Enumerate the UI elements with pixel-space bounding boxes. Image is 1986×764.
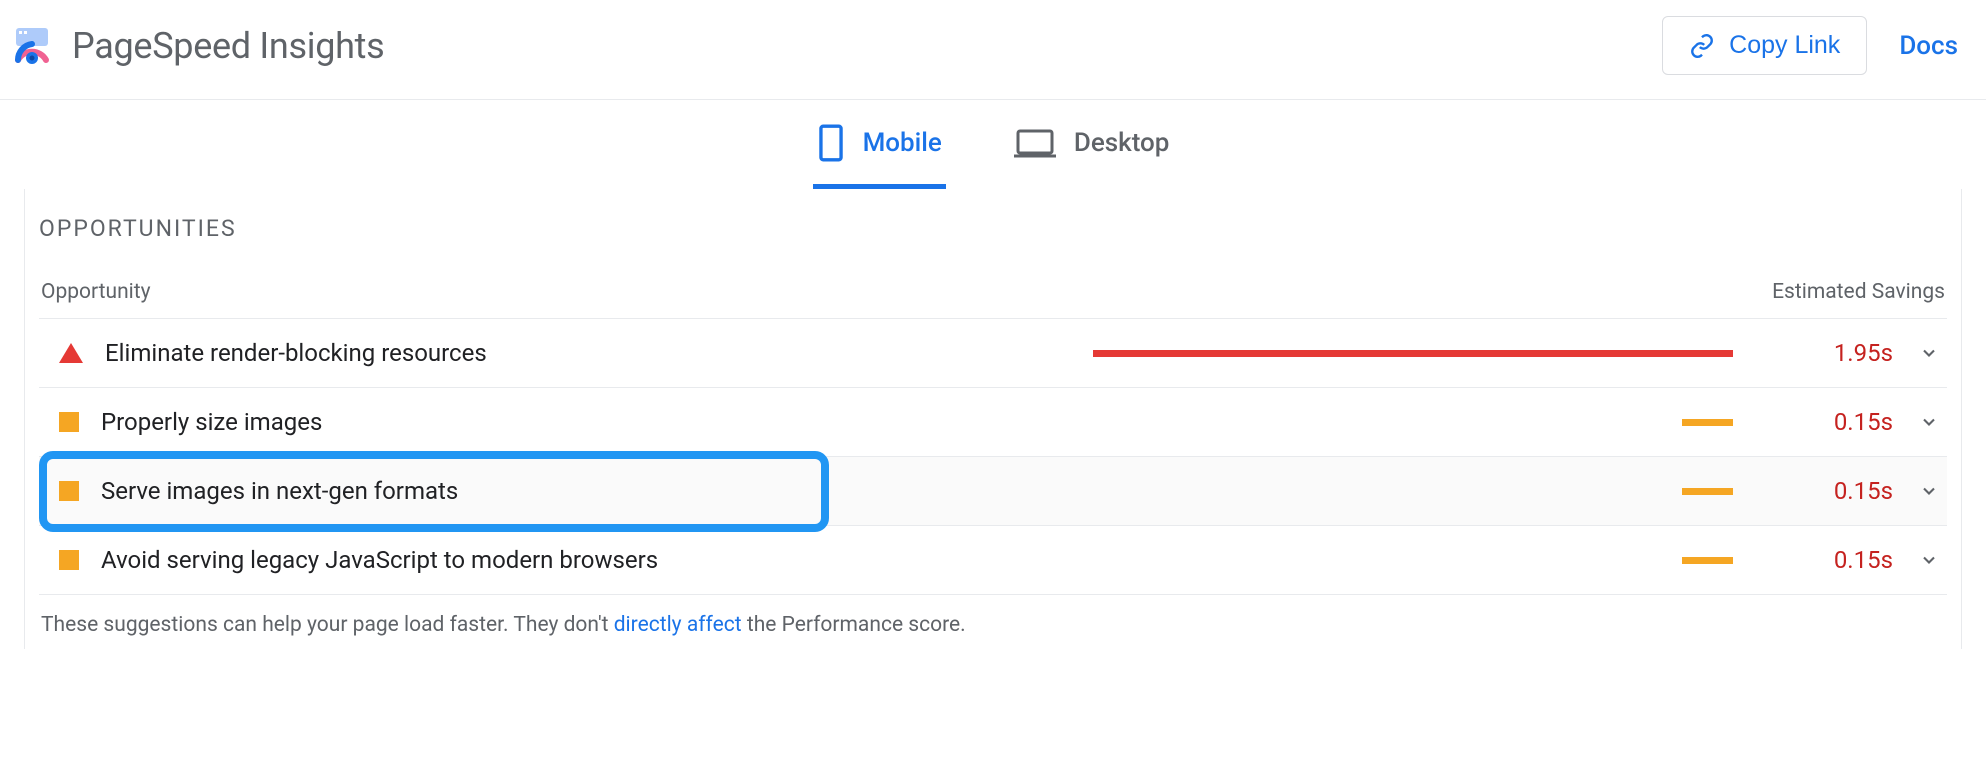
savings-bar-wrap xyxy=(1093,419,1733,426)
opportunity-row[interactable]: Serve images in next-gen formats 0.15s xyxy=(39,457,1947,526)
savings-bar-wrap xyxy=(1093,557,1733,564)
opportunities-footer: These suggestions can help your page loa… xyxy=(39,595,1947,637)
col-savings: Estimated Savings xyxy=(1772,280,1945,304)
opportunity-row[interactable]: Eliminate render-blocking resources 1.95s xyxy=(39,319,1947,388)
chevron-down-icon[interactable] xyxy=(1915,546,1943,574)
pagespeed-logo-icon xyxy=(10,24,54,68)
tab-mobile[interactable]: Mobile xyxy=(813,118,946,189)
savings-bar xyxy=(1682,557,1733,564)
opportunity-row[interactable]: Avoid serving legacy JavaScript to moder… xyxy=(39,526,1947,595)
savings-value: 0.15s xyxy=(1803,546,1893,574)
tab-mobile-label: Mobile xyxy=(863,128,942,158)
chevron-down-icon[interactable] xyxy=(1915,339,1943,367)
footer-prefix: These suggestions can help your page loa… xyxy=(41,613,614,637)
copy-link-button[interactable]: Copy Link xyxy=(1662,16,1867,75)
savings-bar xyxy=(1682,488,1733,495)
opportunities-section: OPPORTUNITIES Opportunity Estimated Savi… xyxy=(24,189,1962,649)
opportunity-label: Eliminate render-blocking resources xyxy=(105,339,487,367)
device-tabs: Mobile Desktop xyxy=(0,100,1986,189)
savings-bar xyxy=(1682,419,1733,426)
chevron-down-icon[interactable] xyxy=(1915,477,1943,505)
savings-value: 0.15s xyxy=(1803,477,1893,505)
fail-triangle-icon xyxy=(59,343,83,363)
savings-value: 1.95s xyxy=(1803,339,1893,367)
desktop-icon xyxy=(1014,127,1056,159)
app-title: PageSpeed Insights xyxy=(72,25,384,67)
average-square-icon xyxy=(59,550,79,570)
header-right: Copy Link Docs xyxy=(1662,16,1958,75)
link-icon xyxy=(1689,33,1715,59)
opportunities-header-row: Opportunity Estimated Savings xyxy=(39,280,1947,319)
section-title: OPPORTUNITIES xyxy=(39,215,1947,242)
app-header: PageSpeed Insights Copy Link Docs xyxy=(0,0,1986,100)
chevron-down-icon[interactable] xyxy=(1915,408,1943,436)
savings-bar-wrap xyxy=(1093,488,1733,495)
header-left: PageSpeed Insights xyxy=(10,24,384,68)
footer-suffix: the Performance score. xyxy=(742,613,966,637)
average-square-icon xyxy=(59,412,79,432)
copy-link-label: Copy Link xyxy=(1729,31,1840,60)
opportunity-row[interactable]: Properly size images 0.15s xyxy=(39,388,1947,457)
average-square-icon xyxy=(59,481,79,501)
savings-bar xyxy=(1093,350,1733,357)
mobile-icon xyxy=(817,124,845,162)
opportunity-label: Serve images in next-gen formats xyxy=(101,477,458,505)
savings-value: 0.15s xyxy=(1803,408,1893,436)
opportunity-label: Avoid serving legacy JavaScript to moder… xyxy=(101,546,658,574)
savings-bar-wrap xyxy=(1093,350,1733,357)
footer-link[interactable]: directly affect xyxy=(614,613,742,637)
tab-desktop[interactable]: Desktop xyxy=(1010,118,1174,189)
docs-link[interactable]: Docs xyxy=(1899,31,1958,61)
col-opportunity: Opportunity xyxy=(41,280,151,304)
tab-desktop-label: Desktop xyxy=(1074,128,1170,158)
opportunity-label: Properly size images xyxy=(101,408,322,436)
